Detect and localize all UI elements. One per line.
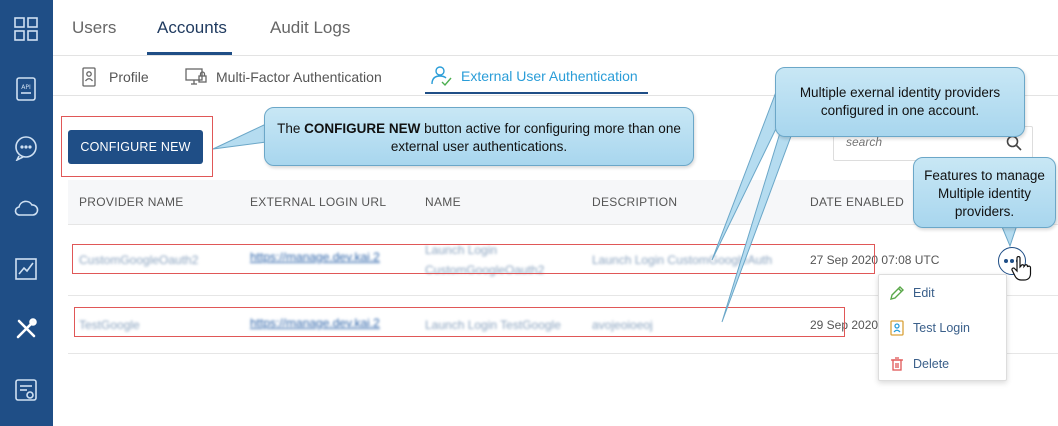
row-actions-menu: Edit Test Login Delete bbox=[878, 274, 1007, 381]
trash-icon bbox=[891, 357, 903, 371]
billing-icon[interactable] bbox=[9, 373, 43, 407]
callout-configure-new: The CONFIGURE NEW button active for conf… bbox=[264, 107, 694, 166]
col-date-enabled[interactable]: DATE ENABLED bbox=[810, 195, 904, 209]
top-tab-bar: Users Accounts Audit Logs bbox=[53, 0, 1058, 56]
tab-audit-logs[interactable]: Audit Logs bbox=[270, 18, 350, 38]
subtab-profile-label: Profile bbox=[109, 69, 149, 85]
active-subtab-indicator bbox=[425, 92, 648, 94]
col-external-login-url[interactable]: EXTERNAL LOGIN URL bbox=[250, 195, 386, 209]
left-nav-rail: API bbox=[0, 0, 53, 426]
callout-providers-text: Multiple exernal identity providers conf… bbox=[799, 85, 1001, 118]
menu-item-edit-label: Edit bbox=[913, 286, 935, 300]
api-icon[interactable]: API bbox=[9, 72, 43, 106]
tab-users[interactable]: Users bbox=[72, 18, 116, 38]
hand-cursor-icon bbox=[1011, 256, 1032, 281]
menu-item-test-login-label: Test Login bbox=[913, 321, 970, 335]
callout-multiple-providers: Multiple exernal identity providers conf… bbox=[775, 67, 1025, 137]
subtab-external-auth-label: External User Authentication bbox=[461, 68, 638, 84]
row-highlight-box bbox=[74, 307, 845, 337]
subtab-mfa-label: Multi-Factor Authentication bbox=[216, 69, 382, 85]
cloud-icon[interactable] bbox=[9, 191, 43, 225]
menu-item-test-login[interactable]: Test Login bbox=[889, 320, 970, 336]
tools-icon[interactable] bbox=[9, 312, 43, 346]
search-icon[interactable] bbox=[1006, 135, 1022, 151]
subtab-profile[interactable]: Profile bbox=[78, 66, 149, 88]
col-name[interactable]: NAME bbox=[425, 195, 461, 209]
callout-features-text: Features to manage Multiple identity pro… bbox=[924, 168, 1045, 219]
col-description[interactable]: DESCRIPTION bbox=[592, 195, 677, 209]
callout-configure-bold: CONFIGURE NEW bbox=[304, 121, 421, 136]
menu-item-delete[interactable]: Delete bbox=[889, 356, 949, 372]
subtab-mfa[interactable]: Multi-Factor Authentication bbox=[185, 66, 382, 88]
callout-configure-post: button active for configuring more than … bbox=[390, 121, 681, 154]
chart-icon[interactable] bbox=[9, 252, 43, 286]
profile-icon bbox=[82, 67, 96, 87]
dashboard-icon[interactable] bbox=[9, 12, 43, 46]
tab-accounts[interactable]: Accounts bbox=[157, 18, 227, 38]
pencil-icon bbox=[890, 286, 904, 300]
configure-new-button[interactable]: CONFIGURE NEW bbox=[68, 130, 203, 164]
monitor-lock-icon bbox=[185, 68, 207, 85]
row-highlight-box bbox=[72, 244, 875, 274]
menu-item-delete-label: Delete bbox=[913, 357, 950, 371]
svg-text:API: API bbox=[21, 84, 31, 91]
table-header: PROVIDER NAME EXTERNAL LOGIN URL NAME DE… bbox=[68, 180, 1058, 225]
col-provider-name[interactable]: PROVIDER NAME bbox=[79, 195, 184, 209]
callout-manage-features: Features to manage Multiple identity pro… bbox=[913, 157, 1056, 228]
search-input[interactable] bbox=[846, 135, 996, 149]
active-tab-indicator bbox=[147, 52, 232, 55]
subtab-external-auth[interactable]: External User Authentication bbox=[430, 65, 638, 87]
test-login-icon bbox=[890, 320, 904, 336]
callout-configure-pre: The bbox=[277, 121, 305, 136]
menu-item-edit[interactable]: Edit bbox=[889, 285, 935, 301]
chat-icon[interactable] bbox=[9, 131, 43, 165]
user-check-icon bbox=[431, 66, 452, 87]
